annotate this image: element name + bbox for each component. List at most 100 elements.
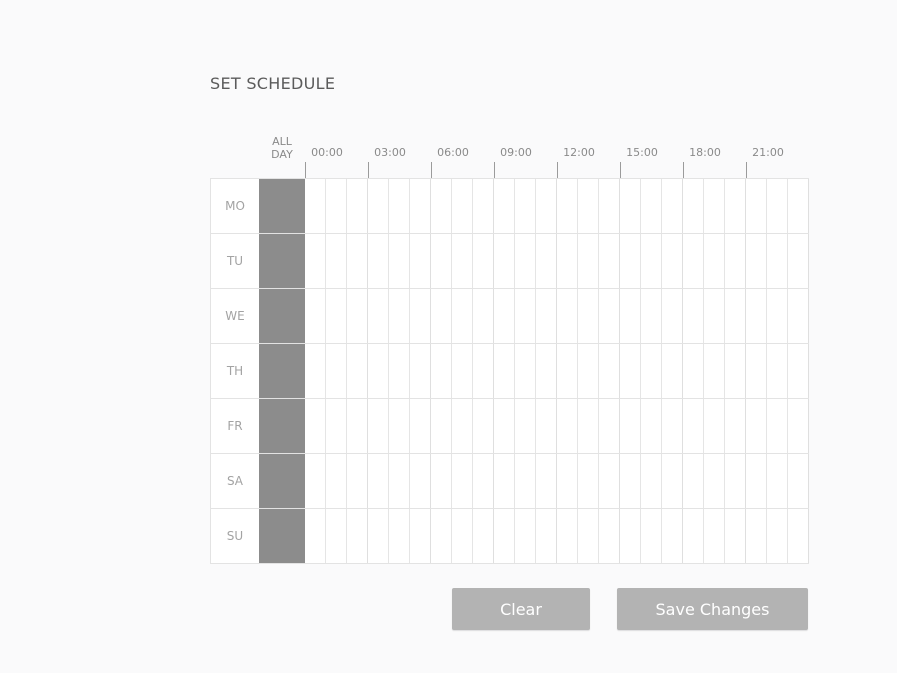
hour-cell[interactable] xyxy=(767,289,788,343)
hour-cell[interactable] xyxy=(452,234,473,288)
hour-cell[interactable] xyxy=(767,454,788,508)
hour-cell[interactable] xyxy=(494,344,515,398)
hour-cell[interactable] xyxy=(557,399,578,453)
hour-cell[interactable] xyxy=(473,234,494,288)
hour-cell[interactable] xyxy=(536,179,557,233)
hour-cell[interactable] xyxy=(788,509,809,563)
hour-cell[interactable] xyxy=(410,509,431,563)
hour-cell[interactable] xyxy=(515,509,536,563)
hour-cell[interactable] xyxy=(767,399,788,453)
hour-cell[interactable] xyxy=(578,234,599,288)
hour-cell[interactable] xyxy=(620,179,641,233)
hour-cell[interactable] xyxy=(557,344,578,398)
hour-cell[interactable] xyxy=(389,179,410,233)
hour-cell[interactable] xyxy=(599,289,620,343)
hour-cell[interactable] xyxy=(536,344,557,398)
hour-cell[interactable] xyxy=(389,509,410,563)
hour-cell[interactable] xyxy=(347,289,368,343)
hour-cell[interactable] xyxy=(620,344,641,398)
save-changes-button[interactable]: Save Changes xyxy=(617,588,808,630)
hour-cell[interactable] xyxy=(515,234,536,288)
hour-cell[interactable] xyxy=(725,179,746,233)
hour-cell[interactable] xyxy=(473,344,494,398)
hour-cell[interactable] xyxy=(368,234,389,288)
hour-cell[interactable] xyxy=(599,454,620,508)
hour-cell[interactable] xyxy=(725,454,746,508)
hour-cell[interactable] xyxy=(536,234,557,288)
hour-cell[interactable] xyxy=(557,179,578,233)
all-day-cell[interactable] xyxy=(259,399,305,453)
hour-cell[interactable] xyxy=(305,344,326,398)
hour-cell[interactable] xyxy=(599,509,620,563)
hour-cell[interactable] xyxy=(746,179,767,233)
hour-cell[interactable] xyxy=(620,289,641,343)
hour-cell[interactable] xyxy=(368,399,389,453)
hour-cell[interactable] xyxy=(683,454,704,508)
hour-cell[interactable] xyxy=(746,509,767,563)
hour-cell[interactable] xyxy=(620,234,641,288)
hour-cell[interactable] xyxy=(746,234,767,288)
hour-cell[interactable] xyxy=(641,454,662,508)
hour-cell[interactable] xyxy=(368,289,389,343)
hour-cell[interactable] xyxy=(683,179,704,233)
hour-cell[interactable] xyxy=(788,234,809,288)
hour-cell[interactable] xyxy=(389,454,410,508)
hour-cell[interactable] xyxy=(473,399,494,453)
hour-cell[interactable] xyxy=(473,509,494,563)
hour-cell[interactable] xyxy=(767,509,788,563)
hour-cell[interactable] xyxy=(494,509,515,563)
hour-cell[interactable] xyxy=(431,234,452,288)
hour-cell[interactable] xyxy=(305,179,326,233)
hour-cell[interactable] xyxy=(347,399,368,453)
hour-cell[interactable] xyxy=(536,399,557,453)
hour-cell[interactable] xyxy=(746,454,767,508)
hour-cell[interactable] xyxy=(452,454,473,508)
hour-cell[interactable] xyxy=(536,454,557,508)
hour-cell[interactable] xyxy=(305,234,326,288)
hour-cell[interactable] xyxy=(662,509,683,563)
hour-cell[interactable] xyxy=(725,289,746,343)
hour-cell[interactable] xyxy=(725,509,746,563)
hour-cell[interactable] xyxy=(536,509,557,563)
hour-cell[interactable] xyxy=(788,454,809,508)
hour-cell[interactable] xyxy=(662,344,683,398)
hour-cell[interactable] xyxy=(326,179,347,233)
hour-cell[interactable] xyxy=(536,289,557,343)
hour-cell[interactable] xyxy=(326,289,347,343)
hour-cell[interactable] xyxy=(368,179,389,233)
hour-cell[interactable] xyxy=(557,454,578,508)
hour-cell[interactable] xyxy=(683,509,704,563)
hour-cell[interactable] xyxy=(788,399,809,453)
hour-cell[interactable] xyxy=(515,179,536,233)
hour-cell[interactable] xyxy=(473,179,494,233)
hour-cell[interactable] xyxy=(620,454,641,508)
hour-cell[interactable] xyxy=(452,509,473,563)
all-day-cell[interactable] xyxy=(259,289,305,343)
all-day-cell[interactable] xyxy=(259,344,305,398)
hour-cell[interactable] xyxy=(746,344,767,398)
all-day-cell[interactable] xyxy=(259,179,305,233)
hour-cell[interactable] xyxy=(410,234,431,288)
hour-cell[interactable] xyxy=(494,179,515,233)
hour-cell[interactable] xyxy=(578,399,599,453)
hour-cell[interactable] xyxy=(767,234,788,288)
hour-cell[interactable] xyxy=(452,399,473,453)
hour-cell[interactable] xyxy=(662,399,683,453)
hour-cell[interactable] xyxy=(788,344,809,398)
hour-cell[interactable] xyxy=(725,234,746,288)
hour-cell[interactable] xyxy=(389,344,410,398)
hour-cell[interactable] xyxy=(494,289,515,343)
hour-cell[interactable] xyxy=(431,344,452,398)
hour-cell[interactable] xyxy=(641,399,662,453)
hour-cell[interactable] xyxy=(431,454,452,508)
hour-cell[interactable] xyxy=(305,509,326,563)
hour-cell[interactable] xyxy=(683,234,704,288)
hour-cell[interactable] xyxy=(683,399,704,453)
hour-cell[interactable] xyxy=(515,344,536,398)
hour-cell[interactable] xyxy=(746,289,767,343)
hour-cell[interactable] xyxy=(704,234,725,288)
hour-cell[interactable] xyxy=(410,399,431,453)
hour-cell[interactable] xyxy=(662,234,683,288)
hour-cell[interactable] xyxy=(704,179,725,233)
hour-cell[interactable] xyxy=(389,234,410,288)
